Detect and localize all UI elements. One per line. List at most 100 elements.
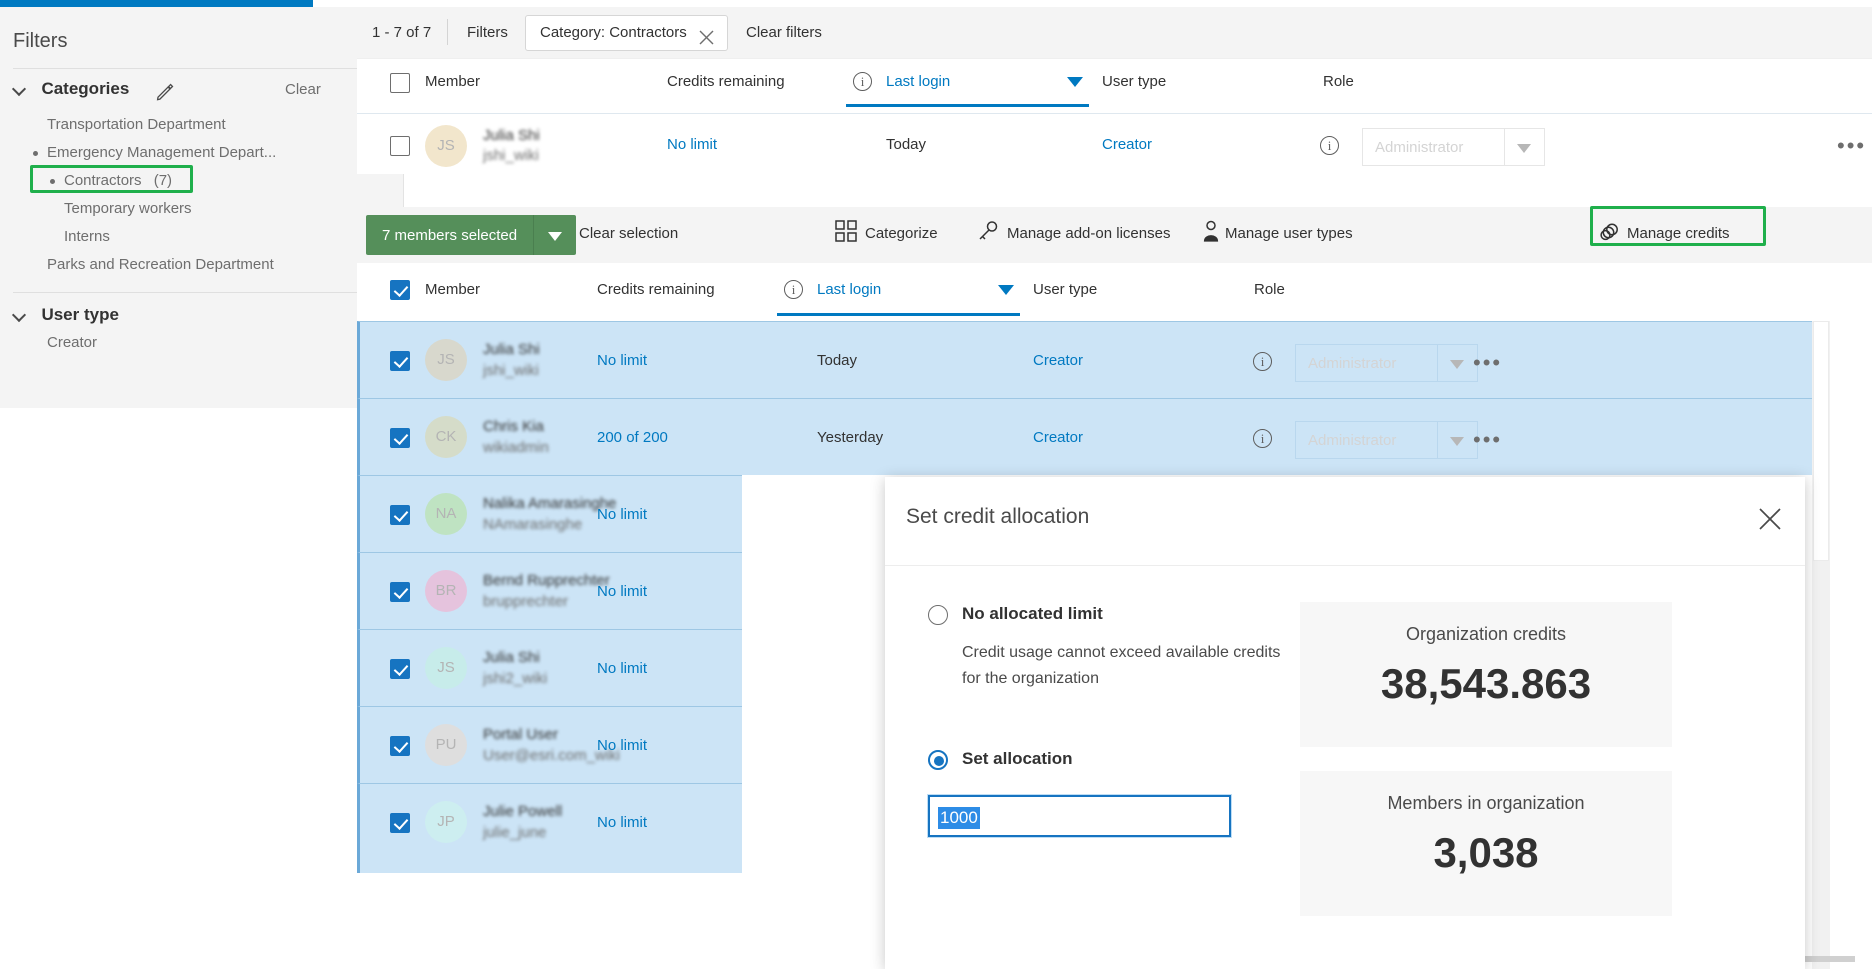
filters-label: Filters [467,24,508,41]
column-header-user-type[interactable]: User type [1102,73,1166,90]
row-more-menu[interactable]: ••• [1473,435,1502,445]
table-row[interactable]: JS Julia Shi jshi2_wiki No limit [357,629,742,706]
manage-user-types-button[interactable]: Manage user types [1225,225,1353,242]
divider [13,292,366,293]
filters-panel: Filters Categories Clear Transportation … [0,7,404,408]
credits-remaining-value[interactable]: No limit [597,352,647,369]
info-icon[interactable]: i [853,72,872,91]
role-dropdown[interactable]: Administrator [1295,344,1478,382]
category-label: Transportation Department [47,116,226,133]
select-all-checkbox[interactable] [390,73,410,93]
category-label: Parks and Recreation Department [47,256,274,273]
row-more-menu[interactable]: ••• [1837,141,1866,151]
clear-filters-button[interactable]: Clear filters [746,24,822,41]
avatar: JS [425,125,467,167]
user-type-value[interactable]: Creator [1102,136,1152,153]
close-icon[interactable] [698,25,715,42]
category-item-temporary-workers[interactable]: Temporary workers [0,195,404,223]
divider [885,565,1805,566]
category-item-emergency[interactable]: Emergency Management Depart... [0,139,404,167]
column-header-role[interactable]: Role [1323,73,1354,90]
allocation-input[interactable]: 1000 [928,795,1231,837]
table-row[interactable]: JP Julie Powell julie_june No limit [357,783,742,873]
select-all-checkbox[interactable] [390,280,410,300]
column-header-member[interactable]: Member [425,73,480,90]
info-icon[interactable]: i [1320,136,1339,155]
category-item-transportation[interactable]: Transportation Department [0,111,404,139]
column-header-last-login[interactable]: Last login [817,281,881,298]
member-username: julie_june [483,824,546,841]
credits-remaining-value[interactable]: No limit [597,814,647,831]
last-login-value: Today [817,352,857,369]
filter-chip-label: Category: Contractors [540,24,687,41]
radio-label-set-allocation[interactable]: Set allocation [962,749,1073,769]
manage-credits-button[interactable]: Manage credits [1627,225,1730,242]
chevron-down-icon[interactable] [534,215,576,255]
row-more-menu[interactable]: ••• [1473,358,1502,368]
credits-remaining-value[interactable]: No limit [597,506,647,523]
set-credit-allocation-dialog: Set credit allocation No allocated limit… [885,477,1805,969]
divider [13,68,366,69]
avatar: PU [425,724,467,766]
user-type-header[interactable]: User type [13,305,119,325]
radio-set-allocation[interactable] [928,750,948,770]
selection-toolbar: 7 members selected Clear selection Categ… [357,207,1872,263]
row-checkbox[interactable] [390,351,410,371]
divider [1437,422,1438,458]
user-type-value[interactable]: Creator [1033,352,1083,369]
info-icon[interactable]: i [1253,352,1272,371]
column-header-user-type[interactable]: User type [1033,281,1097,298]
category-item-contractors[interactable]: Contractors (7) [0,167,404,195]
member-name: Julie Powell [483,803,562,820]
sort-descending-icon[interactable] [1067,77,1083,87]
table-row[interactable]: PU Portal User User@esri.com_wiki No lim… [357,706,742,783]
close-icon[interactable] [1757,506,1783,532]
table-row[interactable]: JS Julia Shi jshi_wiki No limit Today Cr… [357,113,1872,175]
credits-remaining-value[interactable]: No limit [667,136,717,153]
table-row[interactable]: BR Bernd Rupprechter brupprechter No lim… [357,552,742,629]
role-dropdown[interactable]: Administrator [1295,421,1478,459]
table-row[interactable]: JS Julia Shi jshi_wiki No limit Today Cr… [357,321,1812,398]
column-header-member[interactable]: Member [425,281,480,298]
column-header-credits-remaining[interactable]: Credits remaining [667,73,785,90]
row-checkbox[interactable] [390,428,410,448]
manage-addon-licenses-button[interactable]: Manage add-on licenses [1007,225,1170,242]
members-selected-button[interactable]: 7 members selected [366,215,576,255]
pencil-icon[interactable] [155,81,175,101]
user-type-value[interactable]: Creator [1033,429,1083,446]
category-item-parks-recreation[interactable]: Parks and Recreation Department [0,251,404,279]
row-checkbox[interactable] [390,505,410,525]
categorize-button[interactable]: Categorize [865,225,938,242]
role-dropdown[interactable]: Administrator [1362,128,1545,166]
column-header-credits-remaining[interactable]: Credits remaining [597,281,715,298]
column-header-last-login[interactable]: Last login [886,73,950,90]
member-username: jshi_wiki [483,147,539,164]
avatar: CK [425,416,467,458]
filter-chip-category[interactable]: Category: Contractors [525,15,728,51]
radio-no-allocated-limit[interactable] [928,605,948,625]
vertical-scrollbar-thumb[interactable] [1813,321,1829,561]
column-header-role[interactable]: Role [1254,281,1285,298]
row-checkbox[interactable] [390,136,410,156]
clear-categories-link[interactable]: Clear [285,81,321,98]
category-item-interns[interactable]: Interns [0,223,404,251]
categories-header[interactable]: Categories Clear [13,79,373,105]
row-checkbox[interactable] [390,659,410,679]
clear-selection-button[interactable]: Clear selection [579,225,678,242]
credits-remaining-value[interactable]: No limit [597,583,647,600]
row-checkbox[interactable] [390,736,410,756]
table-row[interactable]: NA Nalika Amarasinghe NAmarasinghe No li… [357,475,742,552]
credits-remaining-value[interactable]: No limit [597,660,647,677]
chevron-down-icon [1450,360,1464,369]
credits-remaining-value[interactable]: No limit [597,737,647,754]
info-icon[interactable]: i [1253,429,1272,448]
radio-label-no-allocated-limit[interactable]: No allocated limit [962,604,1103,624]
avatar: BR [425,570,467,612]
user-type-item-creator[interactable]: Creator [47,334,97,351]
row-checkbox[interactable] [390,813,410,833]
row-checkbox[interactable] [390,582,410,602]
sort-descending-icon[interactable] [998,285,1014,295]
table-row[interactable]: CK Chris Kia wikiadmin 200 of 200 Yester… [357,398,1812,475]
info-icon[interactable]: i [784,280,803,299]
credits-remaining-value[interactable]: 200 of 200 [597,429,668,446]
